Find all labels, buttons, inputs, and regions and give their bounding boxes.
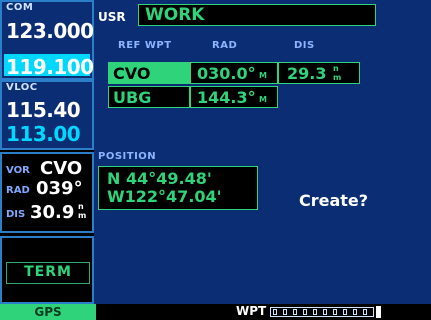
page-group-indicator bbox=[270, 307, 374, 317]
vor-label: VOR bbox=[6, 165, 30, 176]
page-tick bbox=[303, 309, 307, 315]
page-tick bbox=[273, 309, 277, 315]
wpt-label: WPT bbox=[236, 304, 267, 318]
rad-value: 030.0° bbox=[197, 64, 256, 83]
rad-value: 039° bbox=[36, 178, 83, 199]
position-field[interactable]: N 44°49.48' W122°47.04' bbox=[98, 166, 258, 210]
page-tick bbox=[343, 309, 347, 315]
status-bar: GPS WPT bbox=[0, 304, 431, 320]
col-header-ref-wpt: REF WPT bbox=[118, 40, 172, 51]
page-tick bbox=[353, 309, 357, 315]
term-label: TERM bbox=[24, 264, 72, 280]
col-header-dis: DIS bbox=[294, 40, 315, 51]
dis-unit-top: n bbox=[78, 202, 84, 211]
gps-label: GPS bbox=[34, 305, 62, 319]
vor-readout: VOR CVO RAD 039° DIS 30.9 n m bbox=[0, 152, 94, 233]
dis-unit-bottom: m bbox=[78, 211, 87, 220]
dis-unit-top: n bbox=[333, 64, 339, 73]
com-panel: COM 123.000 119.100 bbox=[0, 0, 94, 80]
page-tick bbox=[293, 309, 297, 315]
dis-value: 29.3 bbox=[287, 64, 327, 83]
vor-ident: CVO bbox=[40, 158, 83, 179]
user-waypoint-page: USR WORK REF WPT RAD DIS CVO 030.0° M 29… bbox=[94, 0, 431, 304]
col-header-rad: RAD bbox=[212, 40, 238, 51]
page-tick bbox=[333, 309, 337, 315]
waypoint-name: WORK bbox=[145, 5, 205, 25]
page-tick bbox=[323, 309, 327, 315]
position-label: POSITION bbox=[98, 151, 157, 162]
ref-wpt-value: CVO bbox=[113, 64, 151, 83]
gps-mode-tab[interactable]: GPS bbox=[0, 304, 96, 320]
cdi-scale-box: TERM bbox=[0, 236, 94, 304]
rad-value: 144.3° bbox=[197, 88, 256, 107]
page-tick bbox=[313, 309, 317, 315]
rad-unit: M bbox=[259, 71, 267, 80]
usr-label: USR bbox=[98, 10, 126, 24]
page-tick bbox=[363, 309, 367, 315]
term-indicator: TERM bbox=[6, 262, 90, 284]
vloc-standby-frequency[interactable]: 113.00 bbox=[6, 122, 81, 146]
vloc-active-frequency: 115.40 bbox=[6, 98, 81, 122]
create-prompt[interactable]: Create? bbox=[299, 191, 368, 210]
com-label: COM bbox=[6, 2, 34, 13]
dis-label: DIS bbox=[6, 209, 26, 220]
rad-cell-2[interactable]: 144.3° M bbox=[190, 86, 278, 108]
dis-value: 30.9 bbox=[30, 202, 75, 223]
rad-unit: M bbox=[259, 95, 267, 104]
vloc-label: VLOC bbox=[6, 82, 38, 93]
com-standby-frequency[interactable]: 119.100 bbox=[6, 55, 94, 79]
ref-wpt-cell-2[interactable]: UBG bbox=[108, 86, 190, 108]
rad-label: RAD bbox=[6, 185, 30, 196]
current-page-marker bbox=[376, 306, 381, 318]
rad-cell-1[interactable]: 030.0° M bbox=[190, 62, 278, 84]
page-tick bbox=[283, 309, 287, 315]
longitude: W122°47.04' bbox=[107, 187, 222, 206]
ref-wpt-cell-1[interactable]: CVO bbox=[108, 62, 190, 84]
ref-wpt-value: UBG bbox=[113, 88, 152, 107]
latitude: N 44°49.48' bbox=[107, 169, 212, 188]
vloc-panel: VLOC 115.40 113.00 bbox=[0, 80, 94, 150]
dis-cell-1[interactable]: 29.3 n m bbox=[278, 62, 360, 84]
waypoint-name-field[interactable]: WORK bbox=[138, 4, 376, 26]
dis-unit-bottom: m bbox=[333, 73, 342, 82]
com-active-frequency: 123.000 bbox=[6, 19, 94, 43]
